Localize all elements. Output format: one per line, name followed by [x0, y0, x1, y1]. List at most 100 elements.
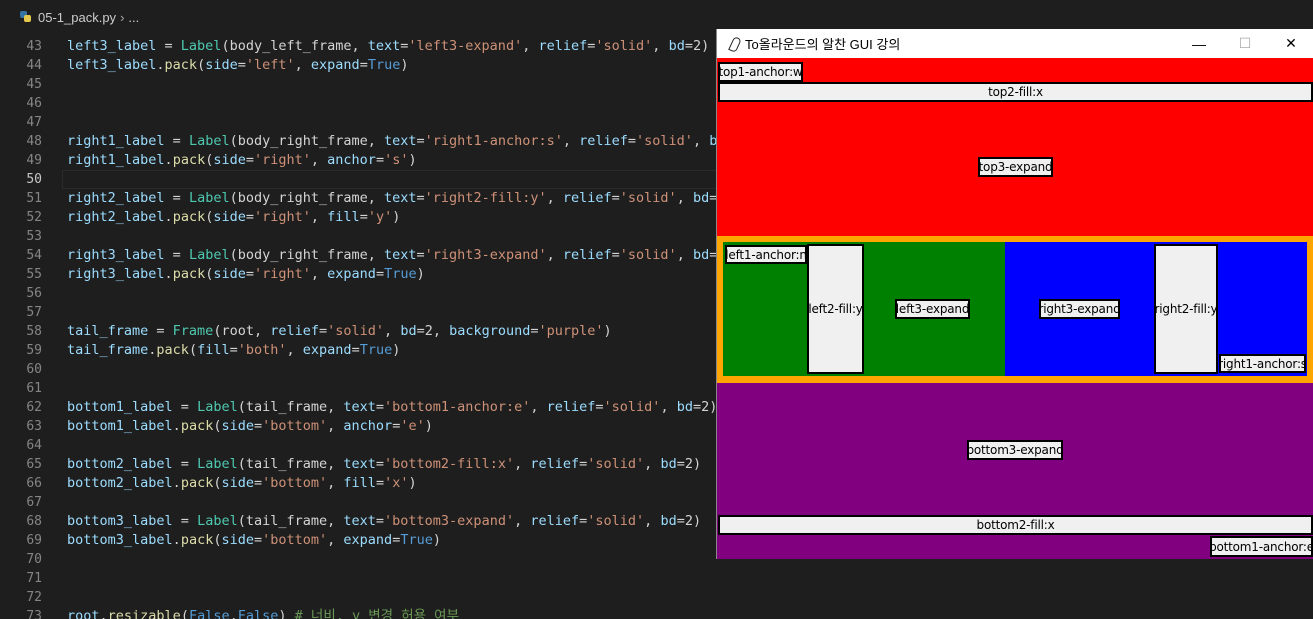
code-token: 'x' — [384, 475, 409, 491]
code-token: , — [562, 133, 580, 149]
left3-label: left3-expand — [895, 299, 970, 319]
code-token: bd — [400, 323, 417, 339]
code-token: = — [172, 456, 198, 472]
right2-label: right2-fill:y — [1154, 244, 1218, 374]
code-text: left3_label.pack(side='left', expand=Tru… — [67, 56, 408, 75]
code-token: background — [449, 323, 531, 339]
code-line[interactable]: 64 — [0, 436, 716, 455]
code-token: 'right3-expand' — [424, 247, 547, 263]
code-token: 'right' — [254, 266, 311, 282]
code-token: 'solid' — [603, 399, 661, 415]
breadcrumb-symbol[interactable]: ... — [128, 10, 139, 25]
code-line[interactable]: 51 right2_label = Label(body_right_frame,… — [0, 189, 716, 208]
code-token: expand — [302, 342, 352, 358]
code-line[interactable]: 63 bottom1_label.pack(side='bottom', anch… — [0, 417, 716, 436]
code-token: pack — [164, 57, 198, 73]
code-token: right2_label — [67, 209, 165, 225]
code-token: 'right' — [254, 209, 311, 225]
code-token: bottom2_label — [67, 456, 173, 472]
code-token: True — [359, 342, 393, 358]
code-token: = — [530, 323, 539, 339]
code-token: , — [310, 209, 328, 225]
code-text: tail_frame.pack(fill='both', expand=True… — [67, 341, 400, 360]
breadcrumb-file[interactable]: 05-1_pack.py — [38, 10, 116, 25]
code-token: bd — [660, 456, 677, 472]
code-line[interactable]: 52 right2_label.pack(side='right', fill='… — [0, 208, 716, 227]
code-line[interactable]: 68 bottom3_label = Label(tail_frame, text… — [0, 512, 716, 531]
code-token: False — [237, 608, 279, 619]
close-button[interactable]: ✕ — [1268, 29, 1313, 58]
code-token: = — [375, 152, 385, 168]
code-token: right2_label — [67, 190, 165, 206]
code-line[interactable]: 61 — [0, 379, 716, 398]
code-line[interactable]: 44 left3_label.pack(side='left', expand=T… — [0, 56, 716, 75]
code-line[interactable]: 53 — [0, 227, 716, 246]
code-line[interactable]: 49 right1_label.pack(side='right', anchor… — [0, 151, 716, 170]
minimize-button[interactable]: — — [1176, 29, 1222, 58]
code-text: bottom1_label.pack(side='bottom', anchor… — [67, 417, 433, 436]
code-line[interactable]: 60 — [0, 360, 716, 379]
code-token: anchor — [343, 418, 393, 434]
code-token: relief — [562, 190, 612, 206]
code-line[interactable]: 47 — [0, 113, 716, 132]
code-line[interactable]: 67 — [0, 493, 716, 512]
code-token: , — [546, 190, 563, 206]
code-line[interactable]: 55 right3_label.pack(side='right', expand… — [0, 265, 716, 284]
line-number: 72 — [26, 590, 42, 605]
maximize-button[interactable]: ☐ — [1222, 29, 1268, 58]
code-token: 'bottom1-anchor:e' — [384, 399, 531, 415]
code-token: bottom3_label — [67, 532, 173, 548]
code-token: = — [237, 57, 246, 73]
code-line[interactable]: 59 tail_frame.pack(fill='both', expand=Tr… — [0, 341, 716, 360]
line-number: 58 — [26, 324, 42, 339]
code-line[interactable]: 56 — [0, 284, 716, 303]
window-titlebar[interactable]: To올라운드의 알찬 GUI 강의 — ☐ ✕ — [717, 29, 1313, 58]
window-title: To올라운드의 알찬 GUI 강의 — [745, 37, 901, 52]
line-number: 65 — [26, 457, 42, 472]
code-line[interactable]: 54 right3_label = Label(body_right_frame,… — [0, 246, 716, 265]
code-line[interactable]: 69 bottom3_label.pack(side='bottom', expa… — [0, 531, 716, 550]
code-token: Label — [197, 513, 238, 529]
code-token: Frame — [172, 323, 214, 339]
code-token: (tail_frame, — [237, 399, 344, 415]
code-token: , — [692, 133, 710, 149]
code-token: = — [172, 399, 198, 415]
code-token: bd — [692, 190, 710, 206]
chevron-right-icon: › — [120, 9, 125, 25]
code-token: , — [676, 190, 693, 206]
code-token: side — [221, 532, 254, 548]
code-line[interactable]: 70 — [0, 550, 716, 569]
code-token: , — [676, 247, 693, 263]
tk-window[interactable]: To올라운드의 알찬 GUI 강의 — ☐ ✕ top1-anchor:w to… — [716, 29, 1313, 559]
line-number: 48 — [26, 134, 42, 149]
code-token: = — [611, 247, 620, 263]
code-line[interactable]: 57 — [0, 303, 716, 322]
code-token: text — [384, 133, 417, 149]
code-token: 'solid' — [636, 133, 693, 149]
code-token: , — [294, 57, 311, 73]
code-line[interactable]: 45 — [0, 75, 716, 94]
code-line[interactable]: 50 — [0, 170, 716, 189]
code-token: , — [660, 399, 677, 415]
code-text: right3_label.pack(side='right', expand=T… — [67, 265, 425, 284]
line-number: 52 — [26, 210, 42, 225]
code-line[interactable]: 58 tail_frame = Frame(root, relief='solid… — [0, 322, 716, 341]
code-line[interactable]: 46 — [0, 94, 716, 113]
code-line[interactable]: 71 — [0, 569, 716, 588]
code-line[interactable]: 48 right1_label = Label(body_right_frame,… — [0, 132, 716, 151]
code-editor[interactable]: 4243left3_label = Label(body_left_frame,… — [0, 34, 716, 619]
code-token: . — [156, 57, 165, 73]
code-line[interactable]: 72 — [0, 588, 716, 607]
line-number: 50 — [26, 172, 42, 187]
code-token: 'solid' — [595, 38, 653, 54]
code-token: , — [384, 323, 401, 339]
code-line[interactable]: 73 root.resizable(False,False) # 너비, y 변경… — [0, 607, 716, 619]
code-token: pack — [172, 209, 206, 225]
code-line[interactable]: 66 bottom2_label.pack(side='bottom', fill… — [0, 474, 716, 493]
code-token: , — [514, 513, 531, 529]
code-line[interactable]: 43 left3_label = Label(body_left_frame, t… — [0, 37, 716, 56]
code-line[interactable]: 65 bottom2_label = Label(tail_frame, text… — [0, 455, 716, 474]
code-token: pack — [180, 532, 214, 548]
code-line[interactable]: 62 bottom1_label = Label(tail_frame, text… — [0, 398, 716, 417]
code-token: . — [164, 266, 173, 282]
